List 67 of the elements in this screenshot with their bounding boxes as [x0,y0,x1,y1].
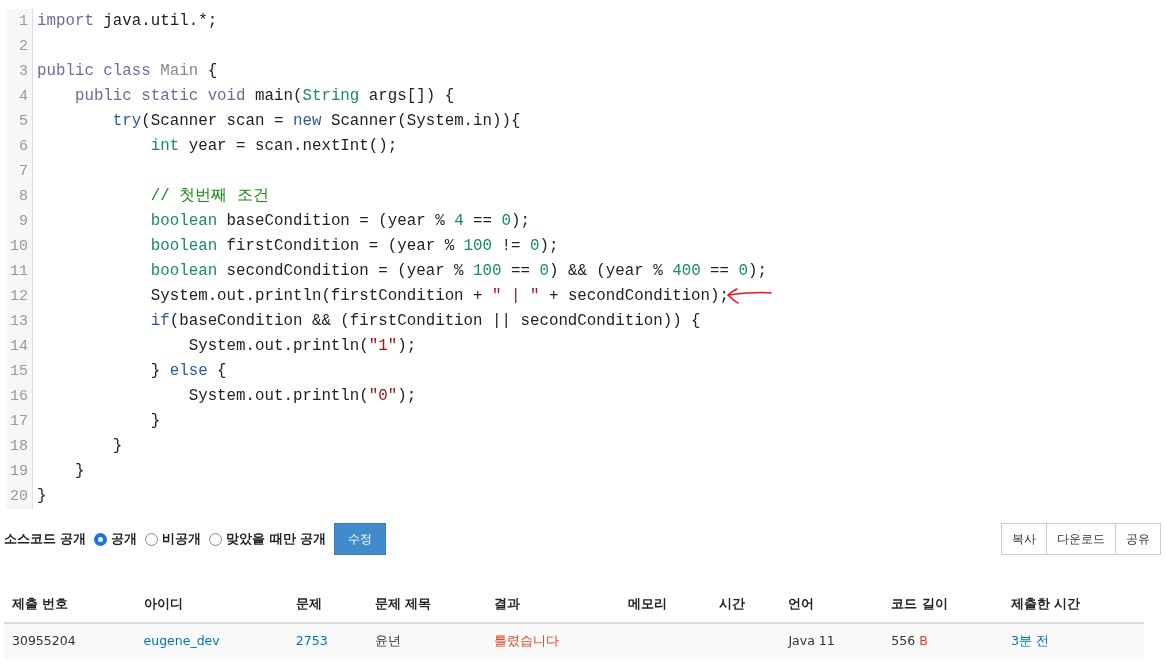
radio-label[interactable]: 공개 [111,529,138,549]
action-button[interactable]: 복사 [1001,523,1047,555]
code-line: boolean firstCondition = (year % 100 != 0); [149,236,559,257]
line-number: 7 [6,159,33,184]
table-cell: Java 11 [788,632,835,648]
code-line: int year = scan.nextInt(); [149,136,398,157]
column-header: 아이디 [135,587,288,623]
line-number: 1 [6,9,33,34]
radio-button[interactable] [209,532,223,546]
column-header: 제출한 시간 [1002,587,1144,623]
code-line: try(Scanner scan = new Scanner(System.in)){ [111,111,521,132]
line-number: 19 [6,459,33,484]
code-line: } [149,411,161,432]
column-header: 제출 번호 [4,587,136,623]
visibility-label: 소스코드 공개 [4,529,87,548]
table-cell: 30955204 [12,632,76,648]
code-line: public static void main(String args[]) { [73,86,455,107]
column-header: 코드 길이 [883,587,1003,623]
code-line: } else { [149,361,227,382]
action-button[interactable]: 공유 [1115,523,1161,555]
line-number: 4 [6,84,33,109]
edit-button[interactable]: 수정 [334,523,387,555]
column-header: 문제 제목 [366,587,487,623]
code-line: } [111,436,123,457]
code-line: public class Main { [36,61,218,82]
line-number: 20 [6,484,33,509]
column-header: 문제 [287,587,367,623]
code-line: } [73,461,85,482]
table-link[interactable]: 3분 전 [1010,632,1049,648]
result-text: 틀렸습니다 [494,632,560,648]
code-line: // 첫번째 조건 [149,186,269,207]
line-number: 5 [6,109,33,134]
radio-button[interactable] [94,532,108,546]
radio-label[interactable]: 맞았을 때만 공개 [226,529,327,549]
code-length: 556 [891,632,917,648]
line-number: 18 [6,434,33,459]
action-button[interactable]: 다운로드 [1046,523,1116,555]
line-number: 2 [6,34,33,59]
code-line: boolean baseCondition = (year % 4 == 0); [149,211,530,232]
table-link[interactable]: 2753 [295,632,328,648]
line-number: 3 [6,59,33,84]
table-cell: 윤년 [374,632,401,648]
code-line: System.out.println("1"); [187,336,417,357]
line-number: 13 [6,309,33,334]
column-header: 결과 [486,587,621,623]
size-unit: B [919,632,928,648]
line-number: 14 [6,334,33,359]
column-header: 언어 [780,587,884,623]
code-line: System.out.println(firstCondition + " | " + secondCondition); [149,286,730,307]
line-number: 9 [6,209,33,234]
line-number: 12 [6,284,33,309]
line-number: 6 [6,134,33,159]
column-header: 시간 [711,587,781,623]
column-header: 메모리 [620,587,712,623]
code-line: if(baseCondition && (firstCondition || secondCondition)) { [149,311,701,332]
line-number: 11 [6,259,33,284]
line-number: 15 [6,359,33,384]
code-line: } [36,486,47,507]
line-number: 16 [6,384,33,409]
radio-label[interactable]: 비공개 [162,529,202,549]
line-number: 8 [6,184,33,209]
radio-button[interactable] [145,532,159,546]
line-number: 10 [6,234,33,259]
line-number: 17 [6,409,33,434]
code-line: boolean secondCondition = (year % 100 == 0) && (year % 400 == 0); [149,261,767,282]
code-line: import java.util.*; [36,11,218,32]
code-line: System.out.println("0"); [187,386,417,407]
